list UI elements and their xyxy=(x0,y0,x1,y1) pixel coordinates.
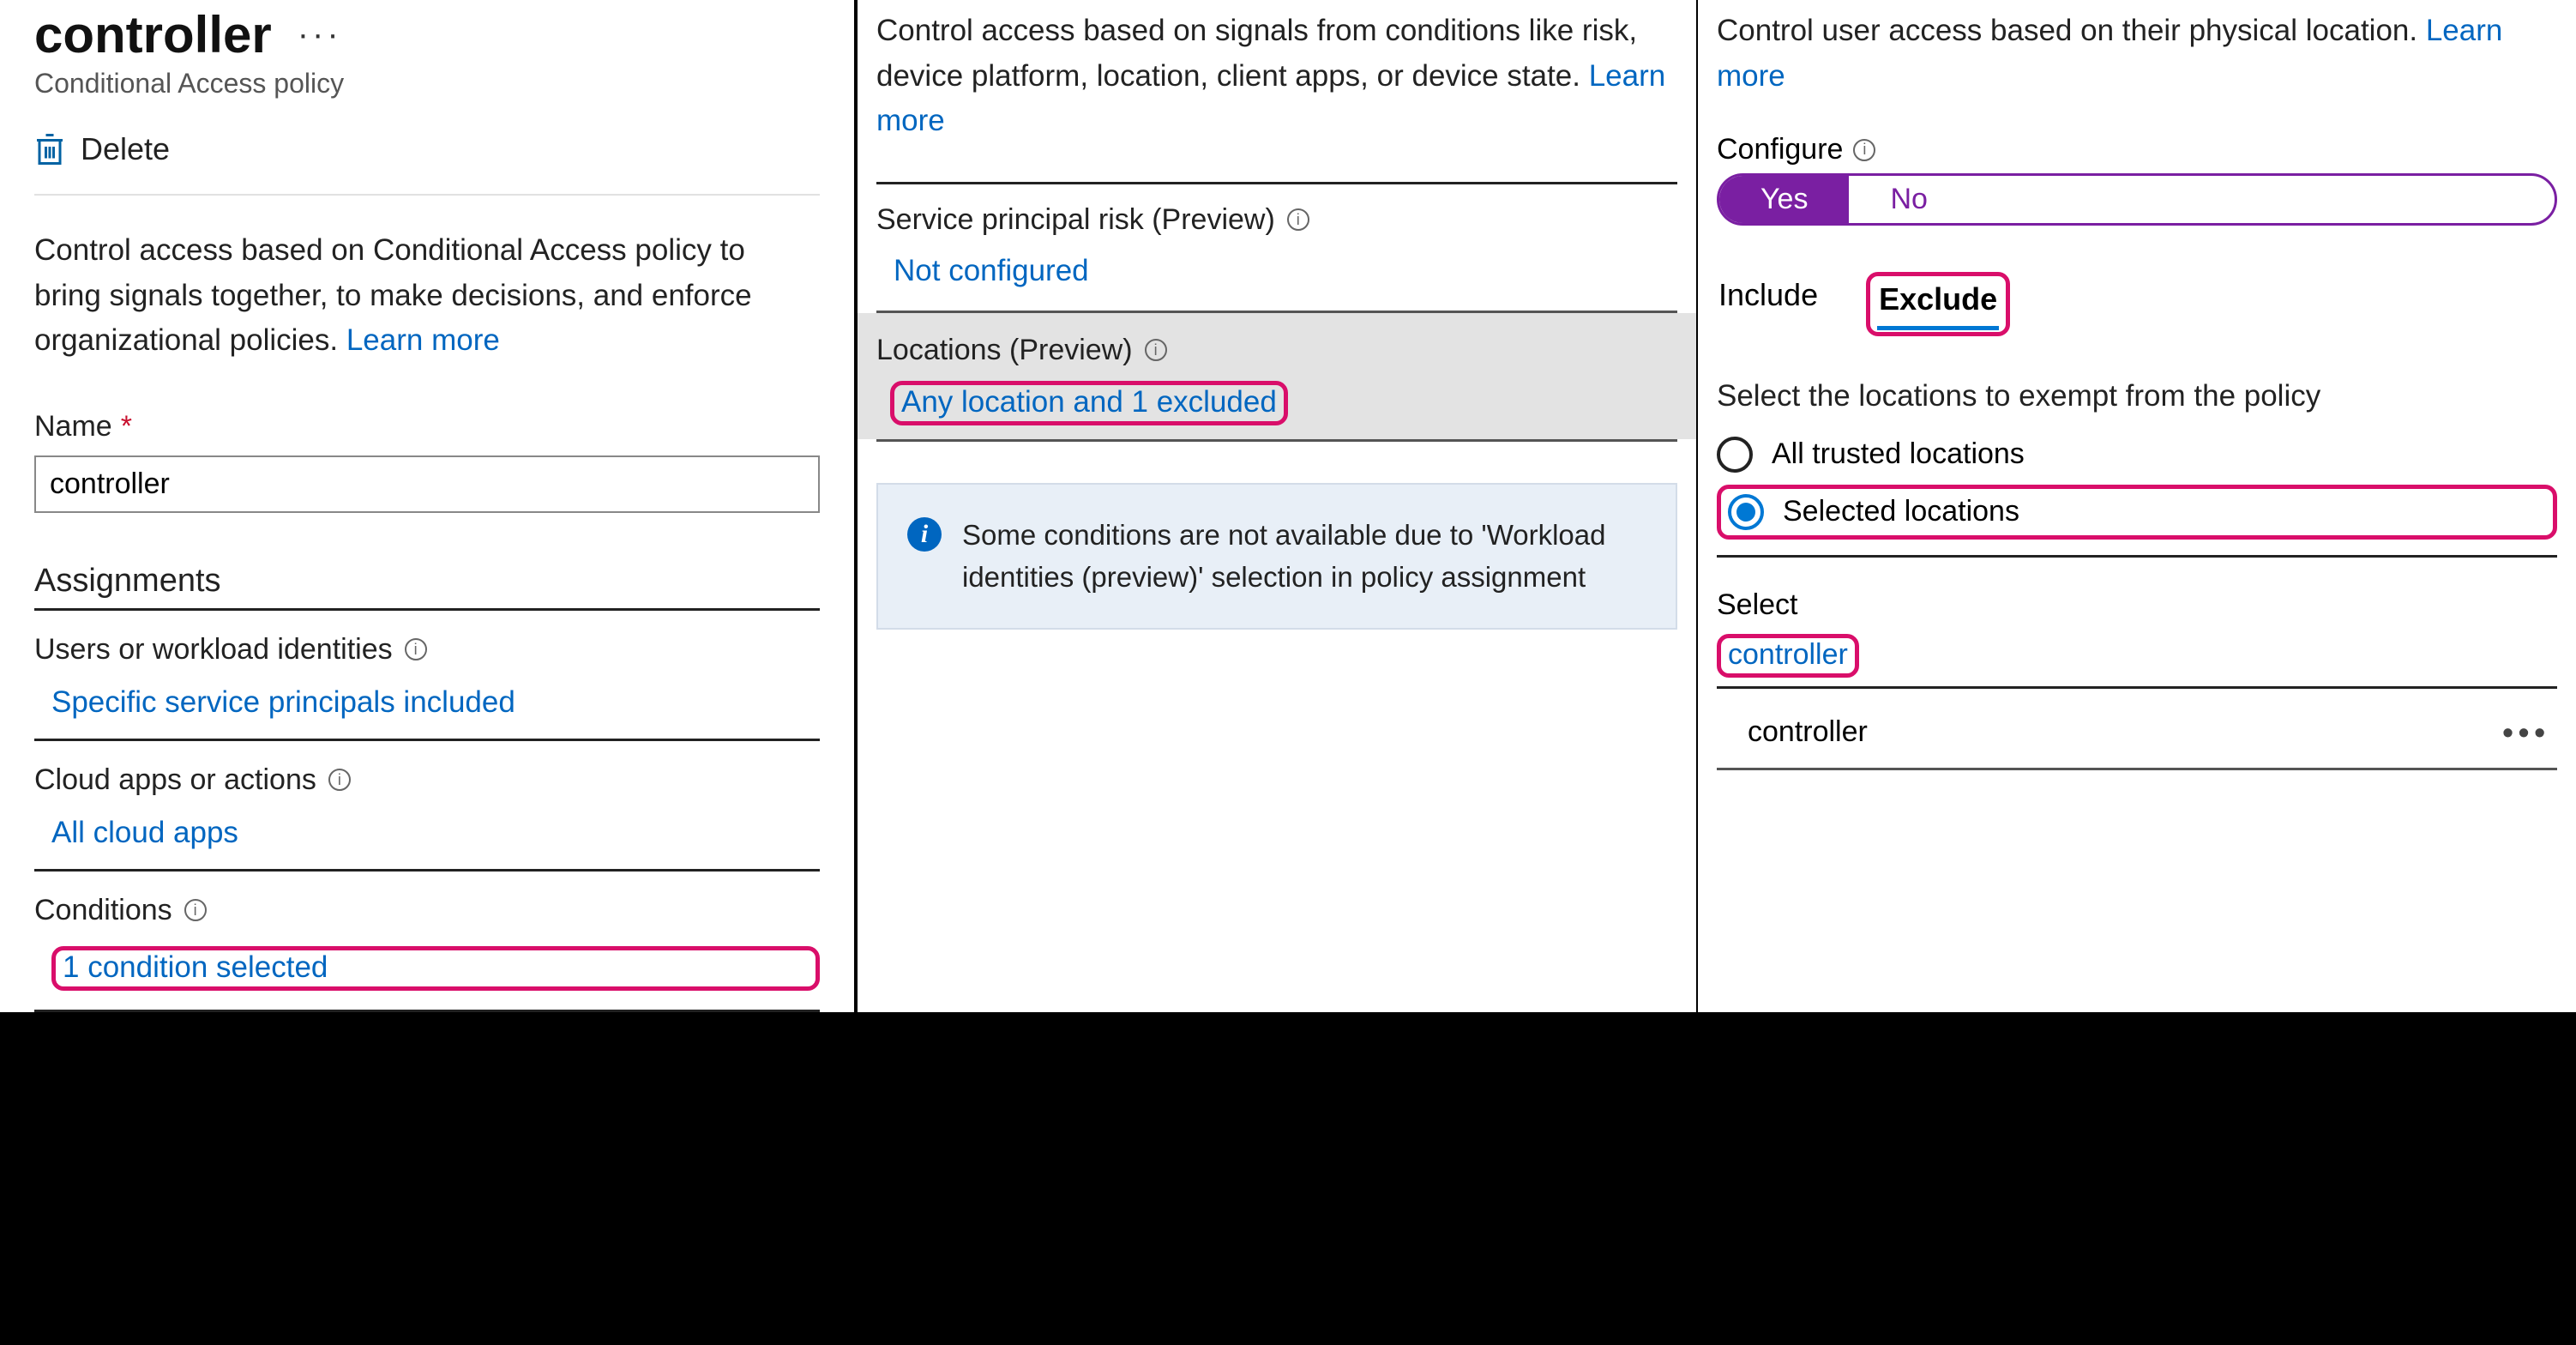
conditions-value[interactable]: 1 condition selected xyxy=(51,946,820,991)
radio-icon xyxy=(1728,494,1764,530)
divider xyxy=(876,439,1677,442)
configure-label: Configurei xyxy=(1717,133,2557,166)
divider xyxy=(34,1010,820,1012)
divider xyxy=(34,869,820,872)
page-title: controller xyxy=(34,5,272,64)
delete-button[interactable]: Delete xyxy=(34,130,820,168)
toggle-yes[interactable]: Yes xyxy=(1719,176,1849,223)
users-workload-label: Users or workload identitiesi xyxy=(34,633,820,666)
cloud-apps-label: Cloud apps or actionsi xyxy=(34,763,820,797)
select-value[interactable]: controller xyxy=(1717,634,1859,678)
name-input[interactable] xyxy=(34,455,820,513)
conditions-label: Conditionsi xyxy=(34,894,820,927)
radio-all-trusted[interactable]: All trusted locations xyxy=(1717,437,2557,473)
radio-selected-highlight: Selected locations xyxy=(1717,485,2557,540)
more-icon[interactable]: ··· xyxy=(298,15,342,54)
radio-selected-locations[interactable]: Selected locations xyxy=(1728,494,2546,530)
info-icon[interactable]: i xyxy=(405,638,427,660)
service-principal-risk-value[interactable]: Not configured xyxy=(894,254,1677,288)
page-subtitle: Conditional Access policy xyxy=(34,68,820,100)
left-panel: controller ··· Conditional Access policy… xyxy=(0,0,858,1012)
locations-section[interactable]: Locations (Preview)i Any location and 1 … xyxy=(858,313,1696,439)
locations-value[interactable]: Any location and 1 excluded xyxy=(890,381,1288,425)
service-principal-risk-label: Service principal risk (Preview)i xyxy=(876,184,1677,242)
toggle-no[interactable]: No xyxy=(1849,176,1968,223)
locations-description: Control user access based on their physi… xyxy=(1717,9,2557,99)
delete-label: Delete xyxy=(81,131,170,167)
tab-exclude[interactable]: Exclude xyxy=(1877,276,1999,330)
divider xyxy=(34,194,820,196)
info-icon: i xyxy=(907,517,942,552)
selected-location-row: controller ••• xyxy=(1717,689,2557,751)
conditions-panel: Control access based on signals from con… xyxy=(858,0,1698,1012)
more-icon[interactable]: ••• xyxy=(2502,715,2550,751)
radio-selected-locations-label: Selected locations xyxy=(1783,495,2019,528)
learn-more-link[interactable]: Learn more xyxy=(346,323,500,357)
info-icon[interactable]: i xyxy=(1145,339,1167,361)
info-icon[interactable]: i xyxy=(184,899,207,921)
info-banner-text: Some conditions are not available due to… xyxy=(962,514,1646,599)
select-section-label: Select controller xyxy=(1717,588,2557,689)
info-banner: i Some conditions are not available due … xyxy=(876,483,1677,630)
configure-toggle[interactable]: Yes No xyxy=(1717,173,2557,226)
tab-exclude-highlight: Exclude xyxy=(1866,272,2010,336)
locations-config-panel: Control user access based on their physi… xyxy=(1698,0,2576,1012)
info-icon[interactable]: i xyxy=(1853,139,1875,161)
assignments-header: Assignments xyxy=(34,563,820,611)
divider xyxy=(1717,768,2557,770)
cloud-apps-value[interactable]: All cloud apps xyxy=(51,816,820,850)
info-icon[interactable]: i xyxy=(1287,208,1309,231)
policy-description: Control access based on Conditional Acce… xyxy=(34,228,820,364)
conditions-description: Control access based on signals from con… xyxy=(876,9,1677,144)
divider xyxy=(34,739,820,741)
users-workload-value[interactable]: Specific service principals included xyxy=(51,685,820,720)
locations-label: Locations (Preview)i xyxy=(858,315,1696,372)
exempt-help-text: Select the locations to exempt from the … xyxy=(1717,374,2557,419)
tab-include[interactable]: Include xyxy=(1717,272,1820,322)
radio-all-trusted-label: All trusted locations xyxy=(1772,437,2025,471)
name-field-label: Name* xyxy=(34,410,820,443)
radio-icon xyxy=(1717,437,1753,473)
divider xyxy=(1717,555,2557,558)
trash-icon xyxy=(34,130,65,168)
selected-location-name: controller xyxy=(1748,715,1868,749)
info-icon[interactable]: i xyxy=(328,769,351,791)
required-indicator: * xyxy=(121,410,132,443)
